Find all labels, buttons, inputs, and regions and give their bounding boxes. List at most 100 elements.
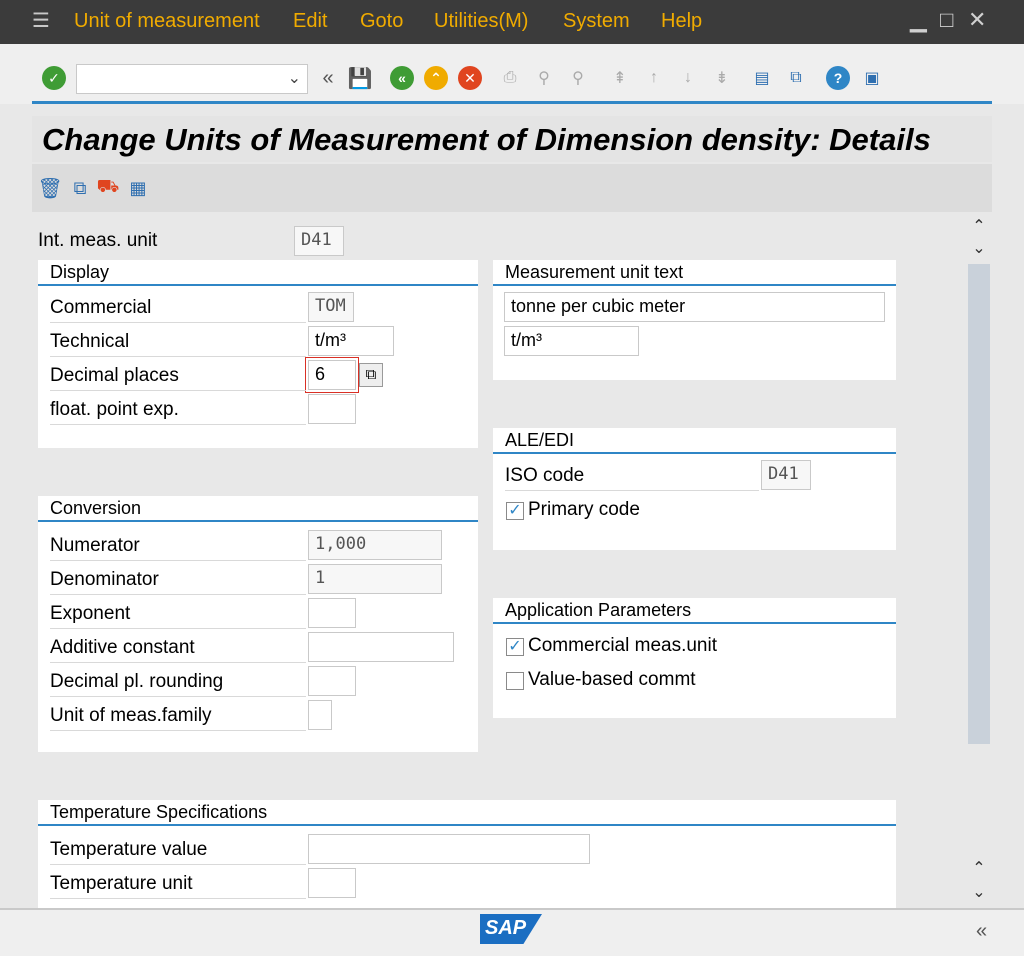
copy-icon[interactable]: ⧉ — [68, 176, 92, 200]
ale-edi-rule — [493, 452, 896, 454]
app-params-panel: Application Parameters ✓ Commercial meas… — [493, 598, 896, 718]
unit-family-field[interactable] — [308, 700, 332, 730]
maximize-icon[interactable]: □ — [940, 8, 953, 32]
select-all-icon[interactable]: ▦ — [126, 176, 150, 200]
command-dropdown-icon[interactable]: ⌄ — [288, 68, 301, 88]
transport-icon[interactable]: ⛟ — [96, 176, 120, 200]
find-next-icon[interactable]: ⚲ — [566, 66, 590, 90]
numerator-label: Numerator — [50, 535, 140, 556]
menu-goto[interactable]: Goto — [360, 10, 403, 33]
menu-icon[interactable]: ☰ — [32, 8, 50, 33]
row-divider — [50, 594, 306, 595]
decimal-rounding-field[interactable] — [308, 666, 356, 696]
meas-unit-text-header: Measurement unit text — [505, 262, 684, 282]
exponent-label: Exponent — [50, 603, 131, 624]
temperature-value-label: Temperature value — [50, 839, 208, 860]
back-icon[interactable]: « — [390, 66, 414, 90]
int-meas-unit-label: Int. meas. unit — [38, 230, 158, 251]
minimize-icon[interactable]: ▁ — [910, 8, 927, 32]
collapse-icon[interactable]: « — [316, 66, 340, 90]
row-divider — [50, 356, 306, 357]
commercial-field: TOM — [308, 292, 354, 322]
scroll-up-icon[interactable]: ⌃ — [968, 216, 990, 238]
find-icon[interactable]: ⚲ — [532, 66, 556, 90]
temperature-panel: Temperature Specifications Temperature v… — [38, 800, 896, 908]
display-header: Display — [50, 262, 110, 282]
technical-field[interactable]: t/m³ — [308, 326, 394, 356]
command-field[interactable]: ⌄ — [76, 64, 308, 94]
toolbar-separator — [32, 101, 992, 104]
title-bar: Change Units of Measurement of Dimension… — [32, 116, 992, 162]
scroll-down-icon[interactable]: ⌄ — [968, 238, 990, 260]
menu-unit-of-measurement[interactable]: Unit of measurement — [74, 10, 260, 33]
menu-utilities[interactable]: Utilities(M) — [434, 10, 528, 33]
display-rule — [38, 284, 478, 286]
close-icon[interactable]: ✕ — [968, 8, 986, 32]
unit-family-label: Unit of meas.family — [50, 705, 212, 726]
temperature-value-field[interactable] — [308, 834, 590, 864]
meas-unit-text-rule — [493, 284, 896, 286]
scroll-thumb[interactable] — [968, 264, 990, 744]
value-based-checkbox[interactable] — [506, 672, 524, 690]
commercial-unit-checkbox[interactable]: ✓ — [506, 638, 524, 656]
menu-edit[interactable]: Edit — [293, 10, 327, 33]
application-toolbar: 🗑 ⧉ ⛟ ▦ — [32, 164, 992, 212]
row-divider — [50, 864, 306, 865]
float-point-exp-field[interactable] — [308, 394, 356, 424]
additive-constant-label: Additive constant — [50, 637, 195, 658]
temperature-rule — [38, 824, 896, 826]
first-page-icon[interactable]: ⇞ — [608, 66, 632, 90]
ale-edi-panel: ALE/EDI ISO code D41 ✓ Primary code — [493, 428, 896, 550]
primary-code-label: Primary code — [528, 499, 640, 520]
display-panel: Display Commercial TOM Technical t/m³ De… — [38, 260, 478, 448]
save-icon[interactable]: 💾 — [348, 66, 373, 90]
technical-label: Technical — [50, 331, 130, 352]
primary-code-checkbox[interactable]: ✓ — [506, 502, 524, 520]
value-help-icon[interactable]: ⧉ — [359, 363, 383, 387]
delete-icon[interactable]: 🗑 — [37, 176, 62, 200]
conversion-panel: Conversion Numerator 1,000 Denominator 1… — [38, 496, 478, 752]
content-area: Int. meas. unit D41 Display Commercial T… — [32, 212, 962, 908]
iso-code-label: ISO code — [505, 465, 585, 486]
previous-page-icon[interactable]: ↑ — [642, 66, 666, 90]
ale-edi-header: ALE/EDI — [505, 430, 575, 450]
app-params-header: Application Parameters — [505, 600, 692, 620]
menu-system[interactable]: System — [563, 10, 630, 33]
page-down-icon[interactable]: ⌄ — [968, 882, 990, 904]
conversion-header: Conversion — [50, 498, 142, 518]
temperature-unit-label: Temperature unit — [50, 873, 193, 894]
row-divider — [50, 322, 306, 323]
expand-status-icon[interactable]: « — [976, 920, 987, 943]
menu-help[interactable]: Help — [661, 10, 702, 33]
int-meas-unit-field: D41 — [294, 226, 344, 256]
sap-logo: SAP — [480, 914, 542, 944]
enter-check-icon[interactable]: ✓ — [42, 66, 66, 90]
value-based-label: Value-based commt — [528, 669, 696, 690]
cancel-icon[interactable]: ✕ — [458, 66, 482, 90]
decimal-places-field[interactable]: 6 — [308, 360, 356, 390]
help-icon[interactable]: ? — [826, 66, 850, 90]
temperature-header: Temperature Specifications — [50, 802, 268, 822]
row-divider — [50, 696, 306, 697]
new-session-icon[interactable]: ▤ — [750, 66, 774, 90]
menu-bar: ☰ Unit of measurement Edit Goto Utilitie… — [0, 0, 1024, 44]
exponent-field[interactable] — [308, 598, 356, 628]
exit-icon[interactable]: ⌃ — [424, 66, 448, 90]
denominator-field: 1 — [308, 564, 442, 594]
customize-layout-icon[interactable]: ▣ — [860, 66, 884, 90]
float-point-exp-label: float. point exp. — [50, 399, 179, 420]
numerator-field: 1,000 — [308, 530, 442, 560]
additive-constant-field[interactable] — [308, 632, 454, 662]
temperature-unit-field[interactable] — [308, 868, 356, 898]
row-divider — [50, 560, 306, 561]
last-page-icon[interactable]: ⇟ — [710, 66, 734, 90]
shortcut-icon[interactable]: ⧉ — [784, 66, 808, 90]
conversion-rule — [38, 520, 478, 522]
page-up-icon[interactable]: ⌃ — [968, 858, 990, 880]
vertical-scrollbar[interactable]: ⌃ ⌄ ⌃ ⌄ — [968, 212, 992, 908]
long-text-field[interactable]: tonne per cubic meter — [504, 292, 885, 322]
print-icon[interactable]: ⎙ — [498, 66, 522, 90]
denominator-label: Denominator — [50, 569, 159, 590]
short-text-field[interactable]: t/m³ — [504, 326, 639, 356]
next-page-icon[interactable]: ↓ — [676, 66, 700, 90]
